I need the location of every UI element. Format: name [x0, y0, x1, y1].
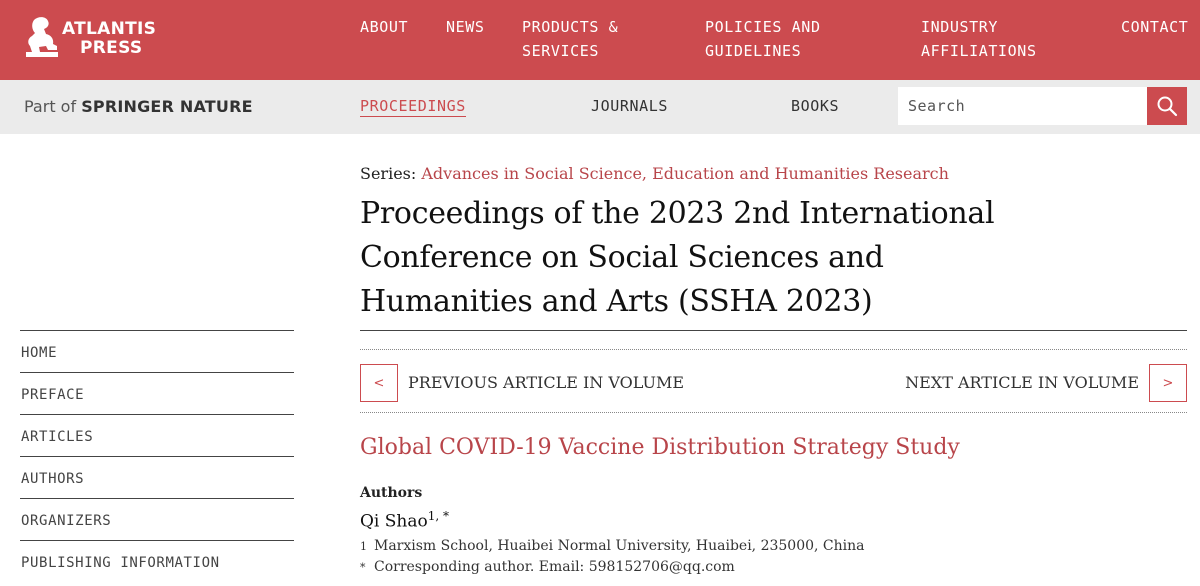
sidebar-item-articles[interactable]: ARTICLES [20, 414, 294, 456]
article-title: Global COVID-19 Vaccine Distribution Str… [360, 435, 960, 460]
affiliation-marker: 1 [360, 540, 367, 553]
part-of-label: Part of [24, 97, 77, 116]
sidebar-item-authors[interactable]: AUTHORS [20, 456, 294, 498]
series-link[interactable]: Advances in Social Science, Education an… [421, 164, 949, 183]
springer-nature-link[interactable]: Part of SPRINGER NATURE [24, 97, 253, 116]
atlantis-press-logo[interactable]: ATLANTIS PRESS [24, 16, 157, 60]
springer-nature-logo: SPRINGER NATURE [81, 97, 253, 116]
corresponding-marker: * [360, 561, 366, 574]
nav-products-line1: PRODUCTS & [522, 18, 619, 36]
tab-books[interactable]: BOOKS [791, 97, 839, 115]
previous-article-button[interactable]: < [360, 364, 398, 402]
nav-about[interactable]: ABOUT [360, 15, 408, 39]
nav-products-line2: SERVICES [522, 42, 600, 60]
nav-industry-line1: INDUSTRY [921, 18, 999, 36]
search-icon [1157, 96, 1178, 117]
affiliation-1: 1 Marxism School, Huaibei Normal Universi… [360, 538, 865, 554]
top-header: ATLANTIS PRESS ABOUT NEWS PRODUCTS & SER… [0, 0, 1200, 80]
logo-text-press: PRESS [80, 38, 143, 58]
thinker-statue-icon [26, 17, 58, 57]
authors-heading: Authors [360, 485, 423, 501]
corresponding-author-text: Corresponding author. Email: 598152706@q… [374, 559, 735, 575]
next-article-button[interactable]: > [1149, 364, 1187, 402]
sidebar-item-preface[interactable]: PREFACE [20, 372, 294, 414]
series-line: Series: Advances in Social Science, Educ… [360, 164, 949, 183]
previous-article-link[interactable]: PREVIOUS ARTICLE IN VOLUME [408, 373, 684, 392]
affiliation-2: * Corresponding author. Email: 598152706@… [360, 559, 735, 575]
title-divider [360, 330, 1187, 331]
logo-text-atlantis: ATLANTIS [62, 19, 157, 39]
secondary-header: Part of SPRINGER NATURE PROCEEDINGS JOUR… [0, 80, 1200, 134]
nav-policies-guidelines[interactable]: POLICIES AND GUIDELINES [705, 15, 821, 63]
search-input[interactable] [898, 87, 1148, 125]
chevron-left-icon: < [373, 375, 385, 391]
next-article-link[interactable]: NEXT ARTICLE IN VOLUME [905, 373, 1139, 392]
search-button[interactable] [1147, 87, 1187, 125]
author-name-link[interactable]: Qi Shao [360, 512, 428, 532]
dotted-divider [360, 349, 1187, 350]
nav-contact[interactable]: CONTACT [1121, 15, 1188, 39]
sidebar-item-publishing-information[interactable]: PUBLISHING INFORMATION [20, 540, 294, 582]
sidebar-item-home[interactable]: HOME [20, 330, 294, 372]
nav-products-services[interactable]: PRODUCTS & SERVICES [522, 15, 618, 63]
sidebar-item-organizers[interactable]: ORGANIZERS [20, 498, 294, 540]
proceedings-title: Proceedings of the 2023 2nd Internationa… [360, 196, 995, 319]
article-navigation: < PREVIOUS ARTICLE IN VOLUME NEXT ARTICL… [360, 364, 1187, 402]
nav-news[interactable]: NEWS [446, 15, 485, 39]
tab-proceedings[interactable]: PROCEEDINGS [360, 97, 466, 117]
proceedings-sidebar: HOME PREFACE ARTICLES AUTHORS ORGANIZERS… [20, 330, 294, 582]
series-label: Series: [360, 164, 417, 183]
dotted-divider-2 [360, 412, 1187, 413]
nav-policies-line2: GUIDELINES [705, 42, 802, 60]
nav-industry-affiliations[interactable]: INDUSTRY AFFILIATIONS [921, 15, 1037, 63]
nav-policies-line1: POLICIES AND [705, 18, 821, 36]
author-affiliation-marks: 1, * [427, 509, 450, 523]
chevron-right-icon: > [1162, 375, 1174, 391]
affiliation-text: Marxism School, Huaibei Normal Universit… [374, 538, 865, 554]
author-entry: Qi Shao1, * [360, 509, 449, 532]
nav-industry-line2: AFFILIATIONS [921, 42, 1037, 60]
tab-journals[interactable]: JOURNALS [591, 97, 668, 115]
